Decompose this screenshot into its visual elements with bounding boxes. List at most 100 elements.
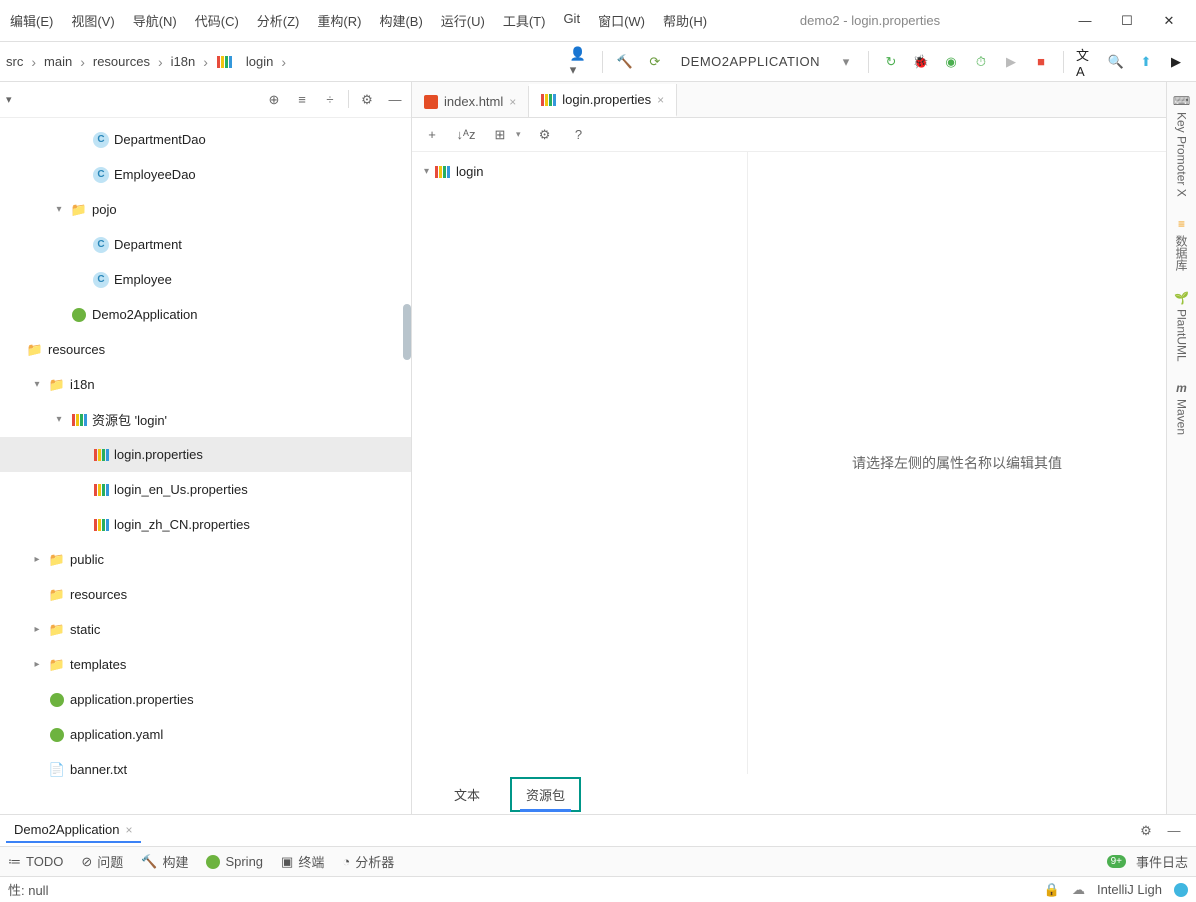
- scrollbar-thumb[interactable]: [403, 304, 411, 360]
- tab-bundle[interactable]: 资源包: [510, 777, 581, 812]
- menu-edit[interactable]: 编辑(E): [2, 7, 61, 34]
- config-dropdown-icon[interactable]: ▾: [836, 52, 856, 72]
- toolbar-dropdown[interactable]: ▾: [516, 129, 521, 140]
- tool-plantuml[interactable]: 🌱PlantUML: [1172, 285, 1191, 368]
- tab-login-properties[interactable]: login.properties ×: [529, 84, 677, 117]
- tool-key-promoter[interactable]: ⌨Key Promoter X: [1171, 88, 1192, 203]
- minimize-panel-icon[interactable]: —: [1164, 821, 1184, 841]
- tree-item-banner-txt[interactable]: 📄banner.txt: [0, 752, 411, 787]
- gear-icon[interactable]: ⚙: [535, 125, 555, 145]
- tree-item-login-en-us-properties[interactable]: login_en_Us.properties: [0, 472, 411, 507]
- run-config-icon[interactable]: ⟳: [645, 52, 665, 72]
- stop-icon[interactable]: ■: [1031, 52, 1051, 72]
- close-icon[interactable]: ×: [657, 93, 664, 107]
- run-tab-demo2application[interactable]: Demo2Application ×: [6, 818, 141, 843]
- tree-item-employee[interactable]: CEmployee: [0, 262, 411, 297]
- tab-text[interactable]: 文本: [440, 779, 494, 810]
- tree-item-login-properties[interactable]: login.properties: [0, 437, 411, 472]
- project-view-dropdown[interactable]: ▾: [6, 93, 12, 106]
- menu-code[interactable]: 代码(C): [187, 7, 247, 34]
- tool-profiler[interactable]: ◔分析器: [342, 852, 394, 871]
- play-icon[interactable]: ▶: [1166, 52, 1186, 72]
- tree-item-pojo[interactable]: ▾📁pojo: [0, 192, 411, 227]
- maximize-button[interactable]: ☐: [1118, 12, 1136, 30]
- tree-item-i18n[interactable]: ▾📁i18n: [0, 367, 411, 402]
- run-play-icon[interactable]: ▶: [1001, 52, 1021, 72]
- gear-icon[interactable]: ⚙: [1136, 821, 1156, 841]
- tree-item--login-[interactable]: ▾资源包 'login': [0, 402, 411, 437]
- theme-label[interactable]: IntelliJ Ligh: [1097, 882, 1162, 897]
- minimize-panel-icon[interactable]: —: [385, 90, 405, 110]
- tree-label: EmployeeDao: [114, 167, 196, 182]
- locate-icon[interactable]: ⊕: [264, 90, 284, 110]
- tree-item-static[interactable]: ▸📁static: [0, 612, 411, 647]
- tree-arrow-icon[interactable]: ▾: [52, 414, 66, 425]
- cloud-icon[interactable]: ☁: [1072, 882, 1085, 898]
- menu-tools[interactable]: 工具(T): [495, 7, 554, 34]
- tool-terminal[interactable]: ▣终端: [281, 852, 324, 871]
- search-icon[interactable]: 🔍: [1106, 52, 1126, 72]
- tree-arrow-icon[interactable]: ▸: [30, 624, 44, 635]
- tree-item-departmentdao[interactable]: CDepartmentDao: [0, 122, 411, 157]
- user-icon[interactable]: 👤▾: [570, 52, 590, 72]
- tree-item-login-zh-cn-properties[interactable]: login_zh_CN.properties: [0, 507, 411, 542]
- menu-help[interactable]: 帮助(H): [655, 7, 715, 34]
- menu-analyze[interactable]: 分析(Z): [249, 7, 308, 34]
- bc-login[interactable]: login: [242, 52, 277, 71]
- menu-refactor[interactable]: 重构(R): [309, 7, 369, 34]
- tree-item-employeedao[interactable]: CEmployeeDao: [0, 157, 411, 192]
- tree-arrow-icon[interactable]: ▸: [30, 659, 44, 670]
- terminal-icon: ▣: [281, 854, 293, 870]
- tree-item-templates[interactable]: ▸📁templates: [0, 647, 411, 682]
- update-icon[interactable]: ⬆: [1136, 52, 1156, 72]
- bc-resources[interactable]: resources: [89, 52, 154, 71]
- tab-index-html[interactable]: index.html ×: [412, 86, 529, 117]
- menu-window[interactable]: 窗口(W): [590, 7, 653, 34]
- tree-arrow-icon[interactable]: ▾: [52, 204, 66, 215]
- bundle-root[interactable]: ▾ login: [420, 160, 739, 183]
- tool-problems[interactable]: ⊘问题: [81, 852, 123, 871]
- tool-event-log[interactable]: 事件日志: [1136, 852, 1188, 871]
- help-icon[interactable]: ?: [569, 125, 589, 145]
- add-icon[interactable]: +: [422, 125, 442, 145]
- run-icon[interactable]: ↻: [881, 52, 901, 72]
- lock-icon[interactable]: 🔒: [1044, 882, 1060, 898]
- tree-arrow-icon[interactable]: ▸: [30, 554, 44, 565]
- debug-icon[interactable]: 🐞: [911, 52, 931, 72]
- tool-todo[interactable]: ≔TODO: [8, 854, 63, 870]
- gear-icon[interactable]: ⚙: [357, 90, 377, 110]
- tree-item-resources[interactable]: 📁resources: [0, 577, 411, 612]
- tree-item-department[interactable]: CDepartment: [0, 227, 411, 262]
- close-icon[interactable]: ×: [126, 823, 133, 837]
- translate-icon[interactable]: 文A: [1076, 52, 1096, 72]
- tool-spring[interactable]: Spring: [206, 854, 263, 869]
- tree-item-demo2application[interactable]: Demo2Application: [0, 297, 411, 332]
- menu-run[interactable]: 运行(U): [433, 7, 493, 34]
- menu-build[interactable]: 构建(B): [371, 7, 430, 34]
- tool-database[interactable]: ≡数据库: [1171, 211, 1192, 277]
- profiler-icon[interactable]: ⏱: [971, 52, 991, 72]
- close-icon[interactable]: ×: [509, 95, 516, 109]
- tree-arrow-icon[interactable]: ▾: [30, 379, 44, 390]
- collapse-icon[interactable]: ÷: [320, 90, 340, 110]
- tree-item-resources[interactable]: 📁resources: [0, 332, 411, 367]
- expand-icon[interactable]: ≡: [292, 90, 312, 110]
- sort-icon[interactable]: ↓ᴬz: [456, 125, 476, 145]
- bc-i18n[interactable]: i18n: [167, 52, 200, 71]
- tool-maven[interactable]: mMaven: [1173, 375, 1191, 441]
- group-icon[interactable]: ⊞: [490, 125, 510, 145]
- tree-item-application-properties[interactable]: application.properties: [0, 682, 411, 717]
- menu-git[interactable]: Git: [555, 7, 588, 34]
- tool-build[interactable]: 🔨构建: [141, 852, 188, 871]
- menu-navigate[interactable]: 导航(N): [125, 7, 185, 34]
- bc-main[interactable]: main: [40, 52, 76, 71]
- bc-src[interactable]: src: [2, 52, 27, 71]
- tree-item-public[interactable]: ▸📁public: [0, 542, 411, 577]
- close-button[interactable]: ✕: [1160, 12, 1178, 30]
- menu-view[interactable]: 视图(V): [63, 7, 122, 34]
- run-config-name[interactable]: DEMO2APPLICATION: [675, 54, 826, 69]
- tree-item-application-yaml[interactable]: application.yaml: [0, 717, 411, 752]
- hammer-icon[interactable]: 🔨: [615, 52, 635, 72]
- coverage-icon[interactable]: ◉: [941, 52, 961, 72]
- minimize-button[interactable]: —: [1076, 12, 1094, 30]
